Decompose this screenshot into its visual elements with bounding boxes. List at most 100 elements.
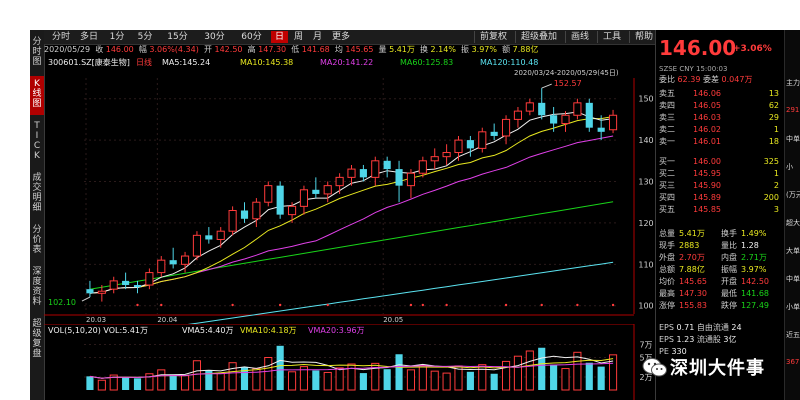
vol-bar-9 — [192, 360, 202, 391]
candle-body-11 — [216, 230, 225, 240]
stat-cell: 总额 — [659, 265, 675, 274]
period-tab-4[interactable]: 15分 — [160, 31, 195, 43]
vol-bar-33 — [478, 364, 487, 391]
candle-body-19 — [312, 189, 320, 194]
float2-label: 流通股 — [696, 335, 721, 344]
info-close-label: 收 — [95, 45, 104, 54]
period-tab-6[interactable]: 60分 — [234, 31, 269, 43]
event-dot — [421, 303, 425, 307]
period-tab-5[interactable]: 30分 — [197, 31, 232, 43]
ask-volume: 29 — [768, 113, 779, 122]
candle-body-41 — [573, 102, 582, 116]
ask-row-2[interactable]: 卖三 146.03 29 — [659, 112, 781, 123]
info-turnover-label: 换 — [419, 45, 428, 54]
toolbar-action-4[interactable]: 帮助 — [629, 31, 658, 43]
vol-bar-3 — [122, 377, 130, 390]
vol-bar-28 — [418, 364, 427, 391]
period-tab-0[interactable]: 分时 — [48, 31, 74, 43]
period-tab-1[interactable]: 多日 — [76, 31, 102, 43]
ask-row-0[interactable]: 卖五 146.06 13 — [659, 88, 781, 99]
kline-chart[interactable]: 300601.SZ[康泰生物] 日线 MA5:145.24 MA10:145.38 MA… — [44, 56, 672, 324]
price-change: +3.06% — [733, 44, 772, 54]
candle-body-5 — [145, 272, 154, 286]
period-tab-2[interactable]: 1分 — [104, 31, 130, 43]
info-low-label: 低 — [291, 45, 300, 54]
ask-label: 卖四 — [659, 101, 675, 110]
stat-cell: 最高 — [659, 289, 675, 298]
left-tab-strip: 分时图 K线图 TICK 成交明细分价表深度资料超级复盘 — [30, 30, 45, 400]
vol-tick-0: 7万 — [639, 341, 652, 350]
bid-volume: 3 — [773, 205, 779, 214]
ask-label: 卖二 — [659, 125, 675, 134]
candle-body-28 — [418, 160, 427, 174]
toolbar-action-0[interactable]: 前复权 — [474, 31, 512, 43]
bid-label: 买一 — [659, 157, 675, 166]
left-tab-4[interactable]: 分价表 — [30, 222, 44, 261]
stat-cell: 振幅 — [721, 265, 737, 274]
left-tab-3[interactable]: 成交明细 — [30, 170, 44, 219]
stat-cell: 147.30 — [679, 289, 707, 298]
y-tick-140: 140 — [638, 136, 653, 145]
toolbar-action-3[interactable]: 工具 — [597, 31, 626, 43]
candle-body-36 — [513, 110, 523, 120]
vol-bar-32 — [466, 371, 474, 390]
candle-body-32 — [466, 140, 474, 149]
toolbar-action-2[interactable]: 画线 — [565, 31, 594, 43]
vol-bar-36 — [513, 355, 523, 391]
bid-price: 145.95 — [693, 169, 721, 178]
toolbar-action-1[interactable]: 超级叠加 — [515, 31, 562, 43]
left-tab-0[interactable]: 分时图 — [30, 34, 44, 73]
bid-row-3[interactable]: 买四 145.89 200 — [659, 192, 781, 203]
vol-bar-43 — [597, 366, 605, 390]
left-tab-2[interactable]: TICK — [30, 118, 44, 167]
info-amp: 3.97% — [471, 45, 497, 54]
vol-bar-37 — [525, 350, 534, 391]
eps2-label: EPS — [659, 335, 674, 344]
stat-cell: 5.41万 — [679, 229, 705, 238]
wei-bi-value: 62.39 — [677, 75, 701, 84]
candle-body-25 — [383, 160, 391, 170]
bid-label: 买三 — [659, 181, 675, 190]
volume-chart[interactable]: VOL(5,10,20) VOL:5.41万 VMA5:4.40万 VMA10:4.… — [44, 324, 672, 400]
ma60-line — [89, 201, 614, 290]
ask-label: 卖三 — [659, 113, 675, 122]
info-high: 147.30 — [258, 45, 287, 54]
bid-row-4[interactable]: 买五 145.85 3 — [659, 204, 781, 215]
ask-row-1[interactable]: 卖四 146.05 62 — [659, 100, 781, 111]
fund-flow-item: 主力 — [786, 79, 800, 87]
candle-body-13 — [240, 210, 249, 219]
ask-label: 卖五 — [659, 89, 675, 98]
period-tab-10[interactable]: 更多 — [328, 31, 354, 43]
vol-bar-21 — [335, 367, 344, 391]
ask-volume: 1 — [773, 125, 779, 134]
currency: CNY — [679, 65, 694, 73]
bid-row-2[interactable]: 买三 145.90 2 — [659, 180, 781, 191]
ask-row-3[interactable]: 卖二 146.02 1 — [659, 124, 781, 135]
stat-cell: 外盘 — [659, 253, 675, 262]
period-tab-9[interactable]: 月 — [309, 31, 326, 43]
candle-body-21 — [335, 176, 344, 187]
candle-body-8 — [180, 255, 190, 265]
vol-bar-26 — [395, 354, 403, 390]
period-tab-7[interactable]: 日 — [271, 31, 288, 43]
period-tab-3[interactable]: 5分 — [132, 31, 158, 43]
left-tab-5[interactable]: 深度资料 — [30, 264, 44, 313]
stat-cell: 155.83 — [679, 301, 707, 310]
eps-value: 0.71 — [676, 323, 695, 332]
info-date: 2020/05/29 — [44, 45, 91, 54]
last-price: 146.00 — [659, 36, 737, 60]
candle-body-2 — [109, 280, 118, 290]
info-vol: 5.41万 — [389, 45, 415, 54]
ask-row-4[interactable]: 卖一 146.01 18 — [659, 136, 781, 147]
left-tab-6[interactable]: 超级复盘 — [30, 316, 44, 365]
bid-row-1[interactable]: 买二 145.95 1 — [659, 168, 781, 179]
period-tab-8[interactable]: 周 — [290, 31, 307, 43]
candle-body-7 — [169, 260, 177, 265]
bid-row-0[interactable]: 买一 146.00 325 — [659, 156, 781, 167]
vol-bar-8 — [180, 375, 190, 391]
left-tab-1[interactable]: K线图 — [30, 76, 44, 115]
vol-bar-7 — [169, 374, 177, 390]
bid-label: 买四 — [659, 193, 675, 202]
event-dot — [326, 303, 329, 307]
ask-price: 146.02 — [693, 125, 721, 134]
